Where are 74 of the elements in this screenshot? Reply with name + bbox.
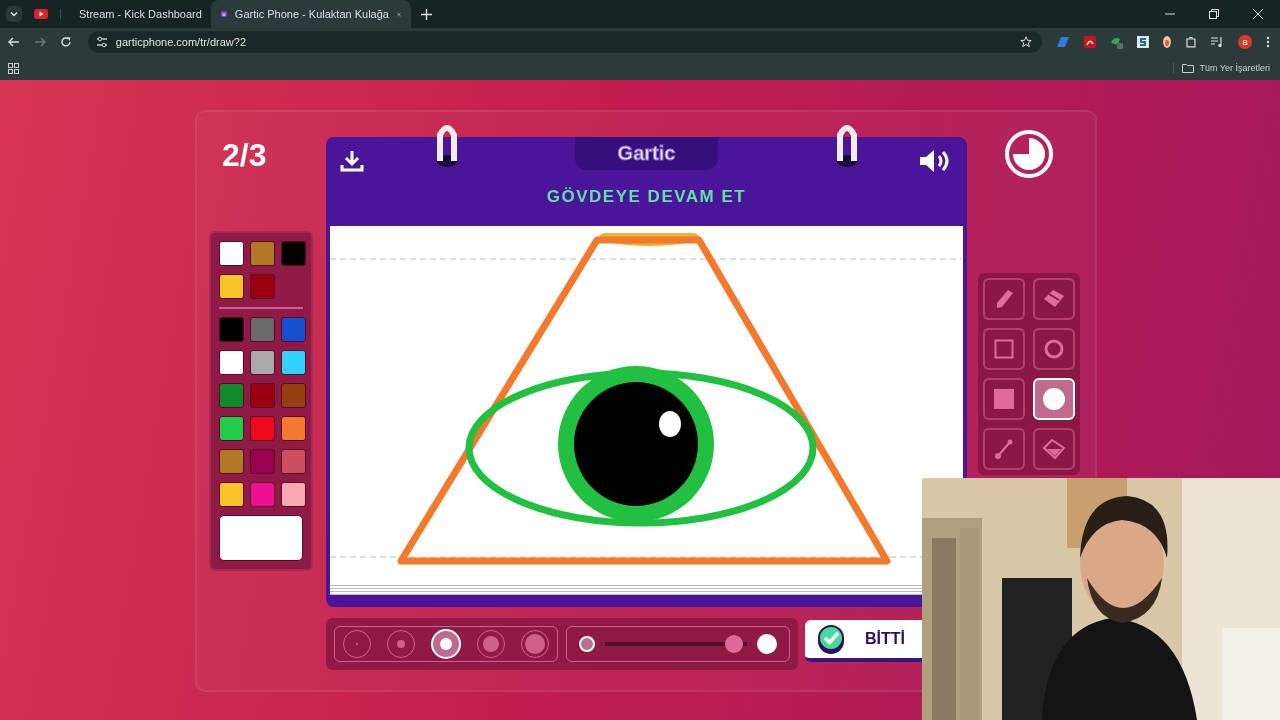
phone-icon xyxy=(221,8,227,20)
color-swatch[interactable] xyxy=(250,317,275,342)
line-icon xyxy=(994,438,1014,460)
circle-icon xyxy=(1044,339,1064,359)
tool-button[interactable] xyxy=(983,278,1025,320)
color-swatch[interactable] xyxy=(219,274,244,299)
reload-icon[interactable] xyxy=(59,36,72,48)
check-badge-icon xyxy=(817,624,845,654)
address-bar[interactable]: garticphone.com/tr/draw?2 xyxy=(87,31,1042,53)
color-swatch[interactable] xyxy=(281,350,306,375)
restore-icon[interactable] xyxy=(1209,9,1219,19)
color-swatch[interactable] xyxy=(250,449,275,474)
color-swatch[interactable] xyxy=(281,383,306,408)
filled-circle-icon xyxy=(1043,388,1065,410)
media-icon[interactable] xyxy=(1211,36,1225,48)
tool-button[interactable] xyxy=(1033,328,1075,370)
round-counter: 2/3 xyxy=(221,137,268,175)
pdf-icon[interactable] xyxy=(1083,36,1096,48)
tool-button[interactable] xyxy=(983,328,1025,370)
color-swatch[interactable] xyxy=(250,241,275,266)
eraser-icon xyxy=(1042,288,1066,310)
star-icon[interactable] xyxy=(1019,36,1032,48)
tab-search-button[interactable] xyxy=(6,6,22,22)
speaker-icon[interactable] xyxy=(919,149,951,173)
apps-icon[interactable] xyxy=(8,62,19,74)
color-swatch[interactable] xyxy=(219,317,244,342)
tool-button[interactable] xyxy=(1033,278,1075,320)
tool-button[interactable] xyxy=(983,378,1025,420)
gartic-logo: Gartic xyxy=(617,142,676,165)
rectangle-icon xyxy=(994,339,1014,359)
color-swatch[interactable] xyxy=(219,482,244,507)
done-button[interactable]: BİTTİ xyxy=(805,620,922,662)
color-swatch[interactable] xyxy=(281,449,306,474)
color-swatch[interactable] xyxy=(219,383,244,408)
current-color-swatch[interactable] xyxy=(219,515,303,561)
color-swatch[interactable] xyxy=(250,416,275,441)
browser-tab[interactable]: Gartic Phone - Kulaktan Kulağa xyxy=(211,0,411,28)
low-opacity-dot-icon xyxy=(579,636,595,652)
back-icon[interactable] xyxy=(8,36,20,48)
color-swatch[interactable] xyxy=(219,449,244,474)
color-swatch[interactable] xyxy=(219,241,244,266)
color-swatch[interactable] xyxy=(219,350,244,375)
chevron-icon xyxy=(9,9,19,19)
color-swatch[interactable] xyxy=(281,416,306,441)
profile-avatar[interactable]: B xyxy=(1238,35,1253,49)
timer-icon xyxy=(1004,129,1054,179)
browser-tab[interactable]: Stream - Kick Dashboard xyxy=(61,0,211,28)
full-opacity-dot-icon xyxy=(757,634,777,654)
all-bookmarks-button[interactable]: Tüm Yer İşaretleri xyxy=(1173,63,1270,73)
new-tab-icon[interactable] xyxy=(421,8,432,20)
paint-bucket-icon xyxy=(1042,438,1066,460)
more-icon[interactable] xyxy=(1266,36,1270,48)
puzzle-icon[interactable] xyxy=(1185,36,1198,48)
color-swatch[interactable] xyxy=(281,482,306,507)
color-swatch[interactable] xyxy=(219,416,244,441)
color-swatch[interactable] xyxy=(250,274,275,299)
tool-button[interactable] xyxy=(1033,428,1075,470)
prompt-title: GÖVDEYE DEVAM ET xyxy=(546,187,747,207)
folder-icon xyxy=(1182,63,1195,73)
extension-icon[interactable] xyxy=(1163,36,1172,48)
color-swatch[interactable] xyxy=(250,482,275,507)
color-swatch[interactable] xyxy=(281,241,306,266)
forward-icon[interactable] xyxy=(33,36,46,48)
download-icon[interactable] xyxy=(340,149,364,173)
filled-square-icon xyxy=(994,389,1014,409)
color-swatch[interactable] xyxy=(250,383,275,408)
close-icon[interactable] xyxy=(1253,9,1263,19)
color-swatch[interactable] xyxy=(250,350,275,375)
color-swatch[interactable] xyxy=(281,317,306,342)
site-settings-icon[interactable] xyxy=(95,36,108,48)
tool-button[interactable] xyxy=(983,428,1025,470)
slider-thumb[interactable] xyxy=(725,635,744,653)
extension-icon[interactable] xyxy=(1137,36,1150,48)
play-icon xyxy=(34,9,48,19)
